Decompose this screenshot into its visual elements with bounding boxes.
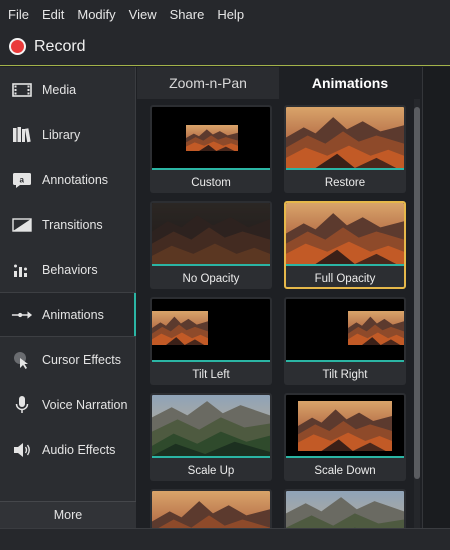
record-label: Record: [34, 37, 86, 55]
scrollbar-thumb[interactable]: [414, 107, 420, 479]
sidebar-item-label: Audio Effects: [42, 442, 116, 457]
canvas-panel: [422, 67, 450, 528]
animation-card[interactable]: [150, 489, 272, 528]
menu-file[interactable]: File: [8, 7, 29, 22]
card-label: Tilt Right: [322, 368, 368, 381]
landscape-image: [186, 125, 238, 151]
thumbnail: [152, 395, 270, 458]
card-label: Custom: [191, 176, 231, 189]
svg-text:a: a: [20, 175, 25, 184]
landscape-image: [298, 401, 392, 451]
sidebar-item-label: Annotations: [42, 172, 109, 187]
card-label: Full Opacity: [314, 272, 376, 285]
menu-help[interactable]: Help: [217, 7, 244, 22]
sidebar-item-transitions[interactable]: Transitions: [0, 202, 136, 247]
accent-bar: [286, 264, 404, 266]
sidebar-item-cursor-effects[interactable]: Cursor Effects: [0, 337, 136, 382]
accent-bar: [286, 168, 404, 170]
microphone-icon: [11, 394, 33, 416]
sidebar-item-animations[interactable]: Animations: [0, 292, 136, 337]
transition-icon: [11, 214, 33, 236]
sidebar-item-behaviors[interactable]: Behaviors: [0, 247, 136, 292]
menu-edit[interactable]: Edit: [42, 7, 64, 22]
animation-card[interactable]: [284, 489, 406, 528]
sidebar-item-audio-effects[interactable]: Audio Effects: [0, 427, 136, 472]
record-button[interactable]: Record: [9, 38, 86, 56]
sidebar-item-library[interactable]: Library: [0, 112, 136, 157]
animation-card-custom[interactable]: Custom: [150, 105, 272, 193]
sidebar-item-label: Media: [42, 82, 77, 97]
landscape-image: [152, 311, 208, 345]
card-label: Scale Up: [187, 464, 235, 477]
sidebar-item-label: Transitions: [42, 217, 103, 232]
books-icon: [11, 124, 33, 146]
accent-bar: [286, 360, 404, 362]
vertical-scrollbar[interactable]: [414, 99, 420, 528]
animation-card-scale-up[interactable]: Scale Up: [150, 393, 272, 481]
accent-bar: [152, 264, 270, 266]
sidebar-item-label: Library: [42, 127, 81, 142]
landscape-image: [348, 311, 404, 345]
thumbnail: [286, 395, 404, 458]
landscape-image: [286, 203, 404, 264]
card-label: Scale Down: [314, 464, 376, 477]
sidebar-item-voice-narration[interactable]: Voice Narration: [0, 382, 136, 427]
animation-card-restore[interactable]: Restore: [284, 105, 406, 193]
speaker-icon: [11, 439, 33, 461]
thumbnail: [152, 299, 270, 362]
sidebar-item-label: Animations: [42, 307, 104, 322]
card-label: Restore: [324, 176, 366, 189]
sidebar-item-label: Voice Narration: [42, 397, 128, 412]
speech-bubble-icon: a: [11, 169, 33, 191]
landscape-image: [286, 107, 404, 168]
thumbnail: [286, 491, 404, 528]
animation-card-no-opacity[interactable]: No Opacity: [150, 201, 272, 289]
animation-arrow-icon: [11, 304, 33, 326]
tab-bar: Zoom-n-Pan Animations: [137, 67, 421, 99]
menu-bar: File Edit Modify View Share Help: [0, 0, 450, 28]
thumbnail: [286, 107, 404, 170]
bottom-bar: [0, 528, 450, 550]
tab-animations[interactable]: Animations: [279, 67, 421, 99]
sidebar-item-label: Behaviors: [42, 262, 98, 277]
accent-bar: [152, 360, 270, 362]
sidebar-item-annotations[interactable]: a Annotations: [0, 157, 136, 202]
sidebar: Media Library a Annotations Transitions …: [0, 67, 136, 528]
thumbnail: [152, 491, 270, 528]
cursor-icon: [11, 349, 33, 371]
film-strip-icon: [11, 79, 33, 101]
animation-card-tilt-right[interactable]: Tilt Right: [284, 297, 406, 385]
thumbnail: [152, 107, 270, 170]
behaviors-icon: [11, 259, 33, 281]
more-button[interactable]: More: [0, 501, 136, 528]
animation-card-tilt-left[interactable]: Tilt Left: [150, 297, 272, 385]
menu-modify[interactable]: Modify: [77, 7, 115, 22]
card-label: Tilt Left: [192, 368, 230, 381]
thumbnail: [152, 203, 270, 266]
landscape-image: [152, 203, 270, 264]
landscape-image: [152, 491, 270, 528]
animation-card-full-opacity[interactable]: Full Opacity: [284, 201, 406, 289]
tab-zoom-n-pan[interactable]: Zoom-n-Pan: [137, 67, 279, 99]
animation-card-scale-down[interactable]: Scale Down: [284, 393, 406, 481]
card-label: No Opacity: [182, 272, 240, 285]
record-toolbar: Record: [0, 28, 450, 66]
sidebar-item-media[interactable]: Media: [0, 67, 136, 112]
accent-bar: [286, 456, 404, 458]
accent-bar: [152, 456, 270, 458]
menu-share[interactable]: Share: [170, 7, 205, 22]
animations-grid: Custom Restore No Opacity Full Opacity T…: [137, 99, 412, 528]
record-dot-icon: [9, 38, 26, 55]
landscape-image: [286, 491, 404, 528]
sidebar-item-label: Cursor Effects: [42, 352, 121, 367]
accent-bar: [152, 168, 270, 170]
thumbnail: [286, 299, 404, 362]
menu-view[interactable]: View: [129, 7, 157, 22]
landscape-image: [152, 395, 270, 456]
thumbnail: [286, 203, 404, 266]
